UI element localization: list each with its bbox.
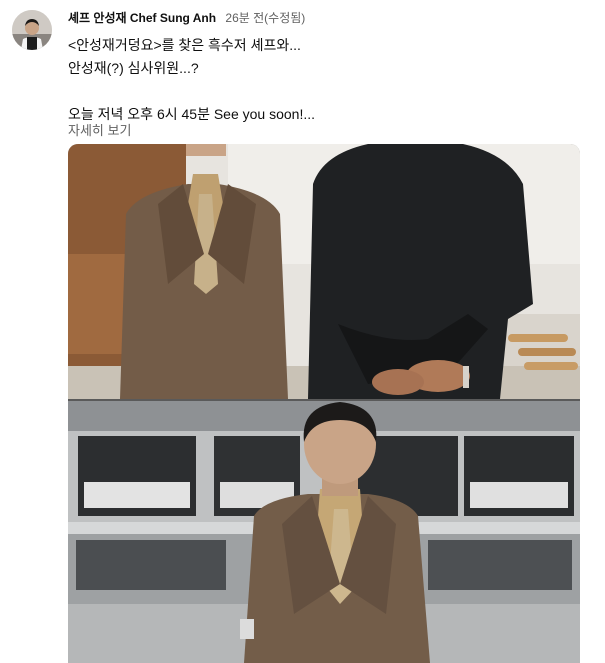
post-text-line: 안성재(?) 심사위원...? — [68, 60, 199, 76]
read-more-link[interactable]: 자세히 보기 — [68, 120, 131, 139]
author-name[interactable]: 셰프 안성재 Chef Sung Anh — [68, 11, 216, 25]
post-text-line: <안성재거덩요>를 찾은 흑수저 셰프와... — [68, 37, 301, 53]
post-text: <안성재거덩요>를 찾은 흑수저 셰프와... 안성재(?) 심사위원...? … — [68, 34, 315, 126]
post-photo-illustration — [68, 144, 580, 663]
post-text-line — [68, 80, 315, 103]
post-timestamp[interactable]: 26분 전(수정됨) — [225, 11, 305, 25]
post-header: 셰프 안성재 Chef Sung Anh 26분 전(수정됨) — [68, 11, 305, 25]
author-avatar[interactable] — [12, 10, 52, 50]
chef-avatar-icon — [12, 10, 52, 50]
post-image[interactable] — [68, 144, 580, 663]
community-post: 셰프 안성재 Chef Sung Anh 26분 전(수정됨) <안성재거덩요>… — [0, 0, 605, 663]
